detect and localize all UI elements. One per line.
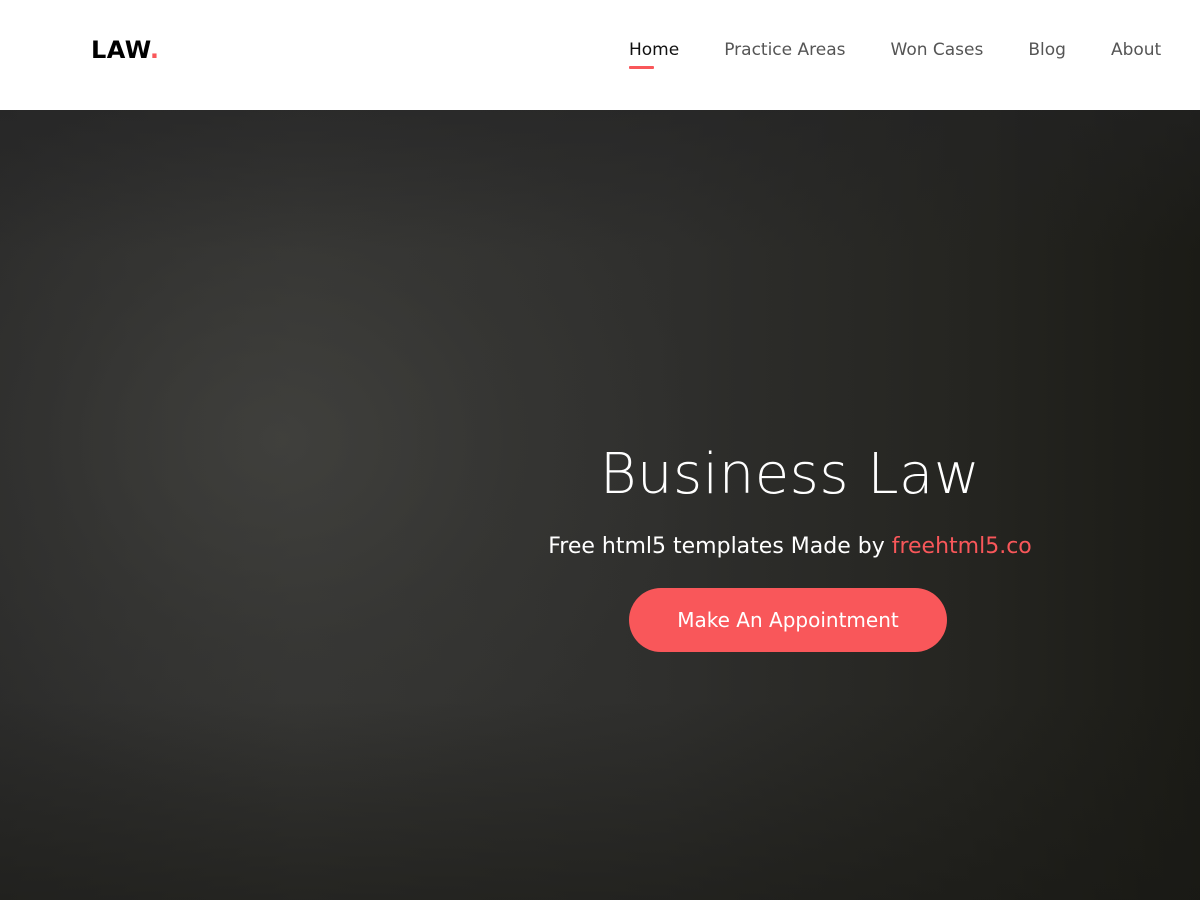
logo-dot: . [149, 36, 160, 64]
hero-title: Business Law [599, 442, 981, 507]
nav-item-practice-areas[interactable]: Practice Areas [724, 36, 845, 64]
hero-subtitle-text: Free html5 templates Made by [548, 534, 892, 559]
nav-item-label: Home [629, 40, 680, 60]
site-header: LAW. Home Practice Areas Won Cases Blog … [0, 0, 1200, 110]
nav-item-about[interactable]: About [1111, 36, 1161, 64]
hero-background-shade [0, 700, 1200, 900]
logo-text: LAW [91, 36, 150, 64]
make-appointment-button[interactable]: Make An Appointment [629, 588, 947, 652]
page: LAW. Home Practice Areas Won Cases Blog … [0, 0, 1200, 900]
hero-background-shade [0, 110, 1200, 250]
nav-item-label: Won Cases [890, 40, 984, 60]
hero-content: Business Law Free html5 templates Made b… [490, 440, 1090, 652]
main-nav: Home Practice Areas Won Cases Blog About [629, 36, 1161, 69]
active-indicator [629, 66, 654, 69]
freehtml5-link[interactable]: freehtml5.co [892, 534, 1032, 559]
nav-item-home[interactable]: Home [629, 36, 680, 69]
nav-item-blog[interactable]: Blog [1028, 36, 1066, 64]
nav-item-label: About [1110, 40, 1162, 60]
site-logo[interactable]: LAW. [91, 34, 159, 66]
nav-item-won-cases[interactable]: Won Cases [891, 36, 984, 64]
hero-subtitle: Free html5 templates Made by freehtml5.c… [490, 532, 1090, 562]
nav-item-label: Practice Areas [724, 40, 846, 60]
nav-item-label: Blog [1028, 40, 1066, 60]
hero-section: Business Law Free html5 templates Made b… [0, 110, 1200, 900]
